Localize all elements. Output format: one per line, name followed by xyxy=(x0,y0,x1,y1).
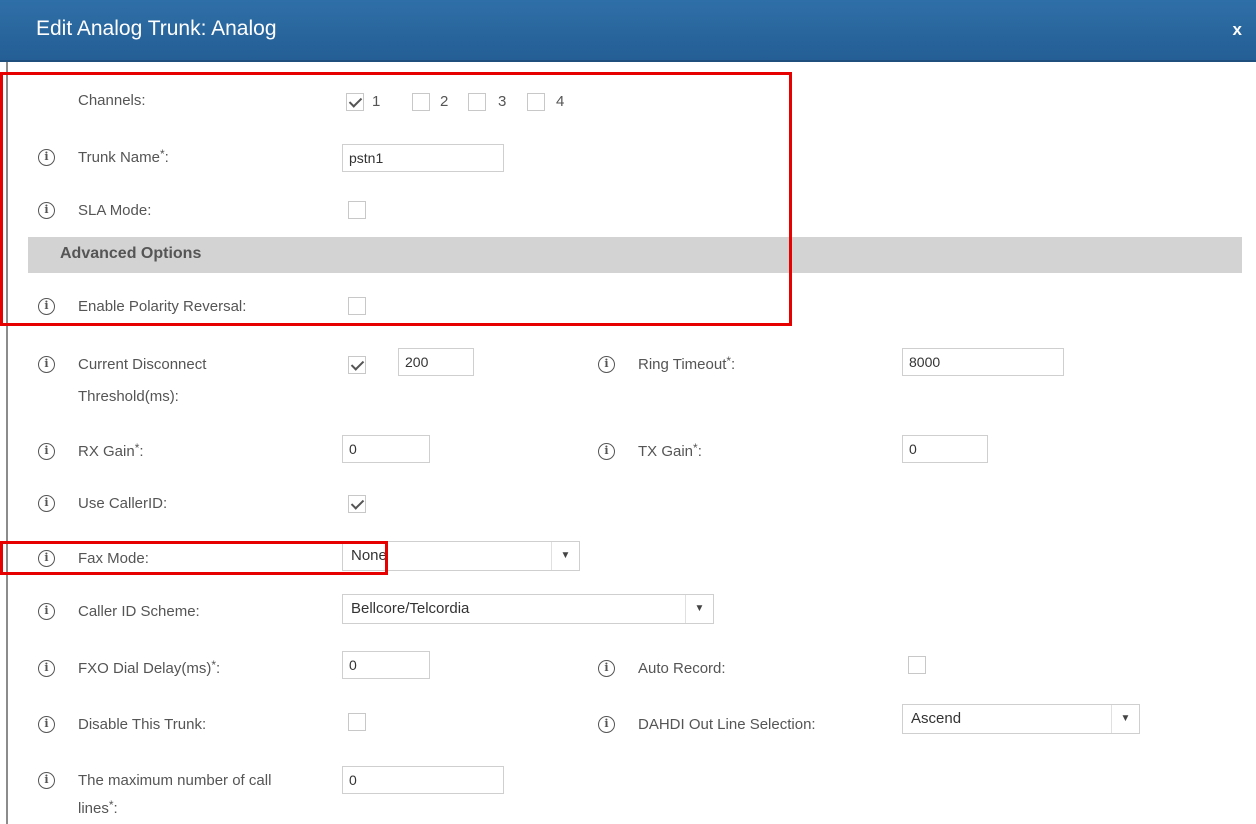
fxo-dial-delay-label: FXO Dial Delay(ms)*: xyxy=(78,655,220,683)
trunk-name-label: Trunk Name*: xyxy=(78,144,169,172)
info-icon[interactable]: i xyxy=(598,443,615,460)
sla-mode-label: SLA Mode: xyxy=(78,202,152,219)
channel-3-checkbox[interactable] xyxy=(468,93,486,111)
disconnect-threshold-input[interactable] xyxy=(398,348,474,376)
info-icon[interactable]: i xyxy=(38,149,55,166)
info-icon[interactable]: i xyxy=(598,716,615,733)
required-mark: * xyxy=(693,441,698,455)
dahdi-out-line-value: Ascend xyxy=(911,710,962,727)
advanced-options-title: Advanced Options xyxy=(60,245,202,262)
info-icon[interactable]: i xyxy=(38,202,55,219)
polarity-reversal-checkbox[interactable] xyxy=(348,297,366,315)
polarity-reversal-label: Enable Polarity Reversal: xyxy=(78,298,247,315)
channel-2-checkbox[interactable] xyxy=(412,93,430,111)
label-colon: : xyxy=(731,356,736,373)
channel-4-checkbox[interactable] xyxy=(527,93,545,111)
required-mark: * xyxy=(211,658,217,672)
required-mark: * xyxy=(159,147,165,161)
max-lines-input[interactable] xyxy=(342,766,504,794)
channel-2-label: 2 xyxy=(440,93,449,110)
label-colon: : xyxy=(164,149,169,166)
info-icon[interactable]: i xyxy=(38,550,55,567)
info-icon[interactable]: i xyxy=(598,660,615,677)
info-icon[interactable]: i xyxy=(38,443,55,460)
disable-trunk-checkbox[interactable] xyxy=(348,713,366,731)
rx-gain-text: RX Gain xyxy=(78,443,135,460)
max-lines-label-line1: The maximum number of call xyxy=(78,772,272,789)
channel-1-label: 1 xyxy=(372,93,381,110)
ring-timeout-input[interactable] xyxy=(902,348,1064,376)
chevron-down-icon: ▼ xyxy=(685,595,713,623)
label-colon: : xyxy=(697,443,702,460)
callerid-scheme-label: Caller ID Scheme: xyxy=(78,603,200,620)
fxo-dial-delay-input[interactable] xyxy=(342,651,430,679)
info-icon[interactable]: i xyxy=(38,495,55,512)
info-icon[interactable]: i xyxy=(38,603,55,620)
disconnect-label-line2: Threshold(ms): xyxy=(78,388,179,405)
ring-timeout-text: Ring Timeout xyxy=(638,356,727,373)
disable-trunk-label: Disable This Trunk: xyxy=(78,716,207,733)
info-icon[interactable]: i xyxy=(38,356,55,373)
info-icon[interactable]: i xyxy=(38,772,55,789)
chevron-down-icon: ▼ xyxy=(1111,705,1139,733)
rx-gain-input[interactable] xyxy=(342,435,430,463)
auto-record-label: Auto Record: xyxy=(638,660,726,677)
info-icon[interactable]: i xyxy=(38,716,55,733)
label-colon: : xyxy=(216,660,221,677)
close-icon[interactable]: x xyxy=(1233,20,1242,40)
tx-gain-label: TX Gain*: xyxy=(638,438,702,466)
dahdi-out-line-label: DAHDI Out Line Selection: xyxy=(638,716,816,733)
dialog-title: Edit Analog Trunk: Analog xyxy=(36,17,277,40)
ring-timeout-label: Ring Timeout*: xyxy=(638,351,735,379)
dialog-left-border xyxy=(6,62,8,824)
sla-mode-checkbox[interactable] xyxy=(348,201,366,219)
chevron-down-icon: ▼ xyxy=(551,542,579,570)
required-mark: * xyxy=(108,798,114,812)
tx-gain-text: TX Gain xyxy=(638,443,694,460)
use-callerid-checkbox[interactable] xyxy=(348,495,366,513)
callerid-scheme-value: Bellcore/Telcordia xyxy=(351,600,470,617)
dialog-titlebar: Edit Analog Trunk: Analog x xyxy=(0,0,1256,62)
channel-3-label: 3 xyxy=(498,93,507,110)
dahdi-out-line-select[interactable]: Ascend ▼ xyxy=(902,704,1140,734)
fax-mode-select[interactable]: None ▼ xyxy=(342,541,580,571)
label-colon: : xyxy=(113,800,118,817)
max-lines-label-line2: lines*: xyxy=(78,795,118,823)
fax-mode-label: Fax Mode: xyxy=(78,550,149,567)
info-icon[interactable]: i xyxy=(598,356,615,373)
highlight-box-fax xyxy=(0,541,388,575)
trunk-name-text: Trunk Name xyxy=(78,149,160,166)
use-callerid-label: Use CallerID: xyxy=(78,495,168,512)
required-mark: * xyxy=(726,354,732,368)
auto-record-checkbox[interactable] xyxy=(908,656,926,674)
advanced-options-header: Advanced Options xyxy=(28,237,1242,273)
disconnect-checkbox[interactable] xyxy=(348,356,366,374)
tx-gain-input[interactable] xyxy=(902,435,988,463)
trunk-name-input[interactable] xyxy=(342,144,504,172)
info-icon[interactable]: i xyxy=(38,298,55,315)
channel-1-checkbox[interactable] xyxy=(346,93,364,111)
max-lines-text: lines xyxy=(78,800,109,817)
callerid-scheme-select[interactable]: Bellcore/Telcordia ▼ xyxy=(342,594,714,624)
label-colon: : xyxy=(139,443,144,460)
rx-gain-label: RX Gain*: xyxy=(78,438,144,466)
fxo-dial-delay-text: FXO Dial Delay(ms) xyxy=(78,660,212,677)
edit-analog-trunk-dialog: Edit Analog Trunk: Analog x Channels: 1 … xyxy=(0,0,1256,824)
info-icon[interactable]: i xyxy=(38,660,55,677)
disconnect-label-line1: Current Disconnect xyxy=(78,356,207,373)
channel-4-label: 4 xyxy=(556,93,565,110)
fax-mode-value: None xyxy=(351,547,387,564)
channels-label: Channels: xyxy=(78,92,146,109)
required-mark: * xyxy=(134,441,140,455)
